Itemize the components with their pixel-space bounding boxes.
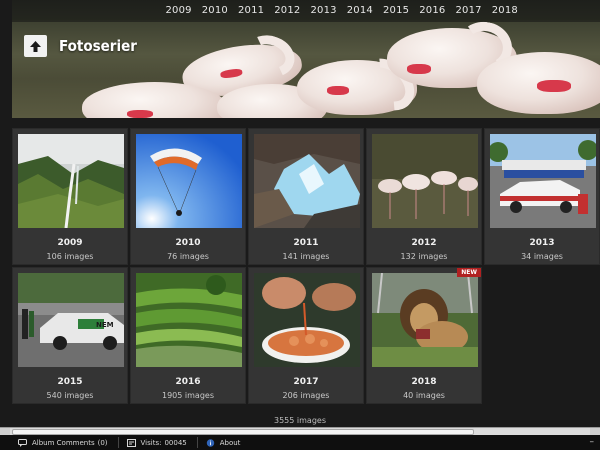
album-title: 2013 <box>529 238 555 248</box>
new-badge: NEW <box>457 268 481 277</box>
album-comments-button[interactable]: Album Comments (0) <box>18 438 108 447</box>
album-count: 106 images <box>46 252 94 261</box>
album-title: 2016 <box>175 377 201 387</box>
visits-count: 00045 <box>164 438 187 447</box>
toolbar-divider <box>196 437 198 448</box>
year-link-2016[interactable]: 2016 <box>419 5 445 16</box>
svg-text:NEM: NEM <box>96 321 114 329</box>
album-title: 2010 <box>175 238 201 248</box>
year-link-2014[interactable]: 2014 <box>347 5 373 16</box>
album-thumbnail[interactable] <box>254 134 360 228</box>
album-count: 34 images <box>521 252 563 261</box>
year-link-2015[interactable]: 2015 <box>383 5 409 16</box>
bottom-toolbar: Album Comments (0) Visits: 00045 About – <box>0 435 600 450</box>
album-thumbnail[interactable] <box>18 134 124 228</box>
info-icon <box>206 438 214 447</box>
album-thumbnail[interactable] <box>490 134 596 228</box>
about-label: About <box>219 438 241 447</box>
year-link-2010[interactable]: 2010 <box>202 5 228 16</box>
album-title: 2018 <box>411 377 437 387</box>
album-count: 132 images <box>400 252 448 261</box>
album-card-2016[interactable]: 2016 1905 images <box>130 267 246 404</box>
album-thumbnail[interactable] <box>136 134 242 228</box>
arrow-up-icon <box>30 40 41 52</box>
about-button[interactable]: About <box>206 438 241 447</box>
up-folder-button[interactable] <box>24 35 47 57</box>
year-link-2011[interactable]: 2011 <box>238 5 264 16</box>
page-title-area: Fotoserier <box>24 35 137 57</box>
album-card-2017[interactable]: 2017 206 images <box>248 267 364 404</box>
year-link-2018[interactable]: 2018 <box>492 5 518 16</box>
album-count: 206 images <box>282 391 330 400</box>
album-thumbnail[interactable] <box>254 273 360 367</box>
comment-icon <box>18 438 27 447</box>
album-card-2012[interactable]: 2012 132 images <box>366 128 482 265</box>
album-title: 2012 <box>411 238 437 248</box>
album-count: 540 images <box>46 391 94 400</box>
album-title: 2015 <box>57 377 83 387</box>
year-link-2012[interactable]: 2012 <box>274 5 300 16</box>
album-card-2011[interactable]: 2011 141 images <box>248 128 364 265</box>
year-link-2009[interactable]: 2009 <box>166 5 192 16</box>
album-card-2015[interactable]: NEM 2015 540 images <box>12 267 128 404</box>
album-count: 40 images <box>403 391 445 400</box>
counter-icon <box>126 438 136 447</box>
year-link-2017[interactable]: 2017 <box>456 5 482 16</box>
album-title: 2011 <box>293 238 319 248</box>
album-thumbnail[interactable] <box>372 134 478 228</box>
album-card-2010[interactable]: 2010 76 images <box>130 128 246 265</box>
header-banner: 2009 2010 2011 2012 2013 2014 2015 2016 … <box>12 0 600 118</box>
year-nav-bar: 2009 2010 2011 2012 2013 2014 2015 2016 … <box>12 0 600 22</box>
album-card-2009[interactable]: 2009 106 images <box>12 128 128 265</box>
album-thumbnail[interactable]: NEM <box>18 273 124 367</box>
toolbar-divider <box>117 437 119 448</box>
album-count: 76 images <box>167 252 209 261</box>
album-card-2013[interactable]: 2013 34 images <box>484 128 600 265</box>
album-thumbnail[interactable] <box>372 273 478 367</box>
total-images-count: 3555 images <box>274 416 326 425</box>
album-title: 2009 <box>57 238 83 248</box>
visits-counter: Visits: 00045 <box>126 438 187 447</box>
horizontal-scrollbar[interactable] <box>0 427 600 436</box>
banner-flamingo <box>477 52 600 114</box>
page-title: Fotoserier <box>59 37 137 55</box>
album-card-2018[interactable]: NEW 2018 40 images <box>366 267 482 404</box>
album-thumbnail[interactable] <box>136 273 242 367</box>
album-title: 2017 <box>293 377 319 387</box>
minimize-toolbar-button[interactable]: – <box>590 437 595 447</box>
year-nav: 2009 2010 2011 2012 2013 2014 2015 2016 … <box>156 5 519 16</box>
album-count: 141 images <box>282 252 330 261</box>
visits-label: Visits: <box>140 438 162 447</box>
album-comments-count: (0) <box>97 438 108 447</box>
year-link-2013[interactable]: 2013 <box>311 5 337 16</box>
album-comments-label: Album Comments <box>32 438 95 447</box>
gallery-app: 2009 2010 2011 2012 2013 2014 2015 2016 … <box>0 0 600 450</box>
album-count: 1905 images <box>162 391 214 400</box>
